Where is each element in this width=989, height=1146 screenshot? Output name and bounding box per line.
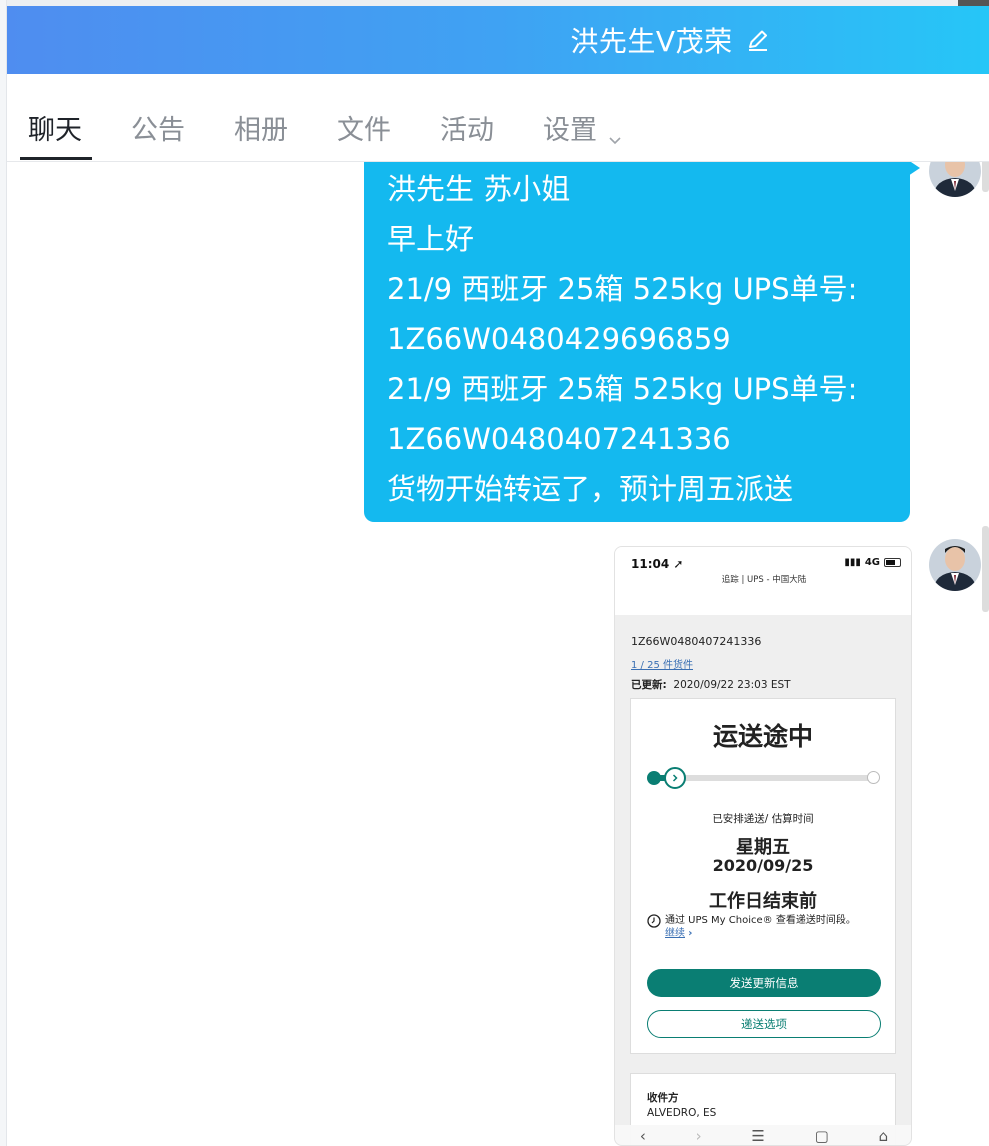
recipient-value: ALVEDRO, ES <box>647 1107 717 1119</box>
send-updates-button: 发送更新信息 <box>647 969 881 997</box>
message-list[interactable]: 洪先生 苏小姐 早上好 21/9 西班牙 25箱 525kg UPS单号: 1Z… <box>7 162 989 1146</box>
avatar[interactable] <box>929 539 981 591</box>
delivery-options-button: 递送选项 <box>647 1010 881 1038</box>
edit-icon[interactable] <box>745 27 771 53</box>
chevron-down-icon <box>607 124 623 144</box>
chat-title: 洪先生V茂荣 <box>570 25 733 58</box>
updated-line: 已更新: 2020/09/22 23:03 EST <box>631 679 791 691</box>
shipment-status: 运送途中 <box>712 722 813 751</box>
message-line: 洪先生 苏小姐 <box>387 172 571 206</box>
phone-time: 11:04 ➚ <box>631 557 684 571</box>
image-message[interactable]: 11:04 ➚ ▮▮▮ 4G 追踪 | UPS - 中国大陆 1Z66W0480… <box>614 546 912 1146</box>
tab-settings[interactable]: 设置 <box>543 108 623 147</box>
background-window-strip <box>0 0 7 1146</box>
message-line: 早上好 <box>387 222 475 256</box>
tab-album[interactable]: 相册 <box>234 108 288 147</box>
header-bar: 洪先生V茂荣 <box>7 6 989 74</box>
tab-activities[interactable]: 活动 <box>440 108 494 147</box>
message-line: 货物开始转运了，预计周五派送 <box>387 472 794 506</box>
scroll-edge <box>982 162 989 192</box>
clock-icon <box>647 914 661 940</box>
tab-bar: 聊天 公告 相册 文件 活动 设置 <box>7 74 989 162</box>
back-icon: ‹ <box>639 1127 646 1145</box>
message-line: 21/9 西班牙 25箱 525kg UPS单号: <box>387 372 858 406</box>
eta-date: 2020/09/25 <box>712 856 814 875</box>
tab-settings-label: 设置 <box>543 115 597 146</box>
eta-label: 已安排递送/ 估算时间 <box>712 813 814 825</box>
message-line: 1Z66W0480429696859 <box>387 322 731 356</box>
eta-end: 工作日结束前 <box>709 891 817 912</box>
menu-icon: ☰ <box>751 1127 765 1145</box>
scroll-edge <box>982 526 989 612</box>
message-line: 1Z66W0480407241336 <box>387 422 731 456</box>
home-icon: ⌂ <box>878 1127 889 1145</box>
chat-window: 洪先生V茂荣 聊天 公告 相册 文件 活动 设置 洪先生 苏小姐 早上好 21/… <box>0 0 989 1146</box>
tab-chat[interactable]: 聊天 <box>28 108 82 147</box>
tracking-number: 1Z66W0480407241336 <box>631 635 762 648</box>
browser-page-title: 追踪 | UPS - 中国大陆 <box>721 575 807 585</box>
tabs-icon: ▢ <box>814 1127 829 1145</box>
pieces-link: 1 / 25 件货件 <box>631 660 693 671</box>
message-bubble[interactable]: 洪先生 苏小姐 早上好 21/9 西班牙 25箱 525kg UPS单号: 1Z… <box>364 162 920 522</box>
tab-announcements[interactable]: 公告 <box>131 108 185 147</box>
avatar[interactable] <box>929 162 981 197</box>
battery-icon <box>884 558 901 567</box>
recipient-label: 收件方 <box>647 1092 679 1104</box>
my-choice-note: 通过 UPS My Choice® 查看递送时间段。 继续 › <box>647 914 856 940</box>
active-tab-indicator <box>20 157 92 160</box>
phone-status-bar: 11:04 ➚ ▮▮▮ 4G 追踪 | UPS - 中国大陆 <box>615 547 911 615</box>
status-card: 运送途中 已安排递送/ 估算时间 星期五 2020/09/25 工作日结束前 通… <box>630 698 896 1054</box>
tab-files[interactable]: 文件 <box>337 108 391 147</box>
message-line: 21/9 西班牙 25箱 525kg UPS单号: <box>387 272 858 306</box>
browser-toolbar: ‹ › ☰ ▢ ⌂ <box>615 1125 911 1145</box>
signal-icon: ▮▮▮ 4G <box>844 557 901 568</box>
progress-start-dot <box>647 771 661 785</box>
forward-icon: › <box>695 1127 702 1145</box>
progress-end-dot <box>867 771 880 784</box>
chevron-right-icon <box>664 767 686 789</box>
continue-link: 继续 <box>665 928 685 939</box>
